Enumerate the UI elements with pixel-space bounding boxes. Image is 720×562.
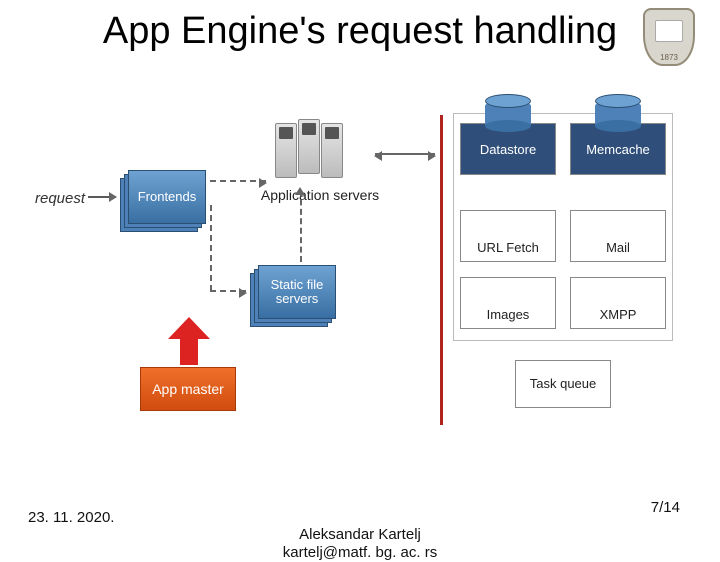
url-fetch-cell: URL Fetch [460,210,556,262]
cylinder-icon [485,100,531,130]
images-cell: Images [460,277,556,329]
arrow-static-to-app-icon [300,190,302,262]
footer-page-number: 7/14 [651,499,680,516]
application-servers-icon [270,115,370,185]
university-crest: 1873 [643,8,698,73]
task-queue-cell: Task queue [515,360,611,408]
xmpp-cell: XMPP [570,277,666,329]
slide-title: App Engine's request handling [70,0,650,53]
crest-year: 1873 [645,53,693,62]
request-label: request [35,190,85,207]
datastore-label: Datastore [480,142,536,157]
footer-date: 23. 11. 2020. [28,509,114,526]
application-servers-label: Application servers [250,187,390,203]
arrow-frontends-to-static-icon [210,290,246,292]
memcache-cell: Memcache [570,123,666,175]
mail-cell: Mail [570,210,666,262]
frontends-label: Frontends [128,170,206,224]
arrow-static-to-app-head-icon [295,187,305,195]
static-file-servers-label: Static file servers [258,265,336,319]
request-arrow-icon [88,196,116,198]
datastore-cell: Datastore [460,123,556,175]
arrow-frontends-to-appservers-icon [210,180,266,182]
memcache-label: Memcache [586,142,650,157]
cylinder-icon [595,100,641,130]
arrow-frontends-down-icon [210,205,212,291]
app-master-box: App master [140,367,236,411]
footer-author: Aleksandar Kartelj kartelj@matf. bg. ac.… [0,526,720,562]
arrow-appservers-services-icon [375,153,435,155]
vertical-divider [440,115,443,425]
architecture-diagram: request Frontends Application servers St… [40,115,690,445]
